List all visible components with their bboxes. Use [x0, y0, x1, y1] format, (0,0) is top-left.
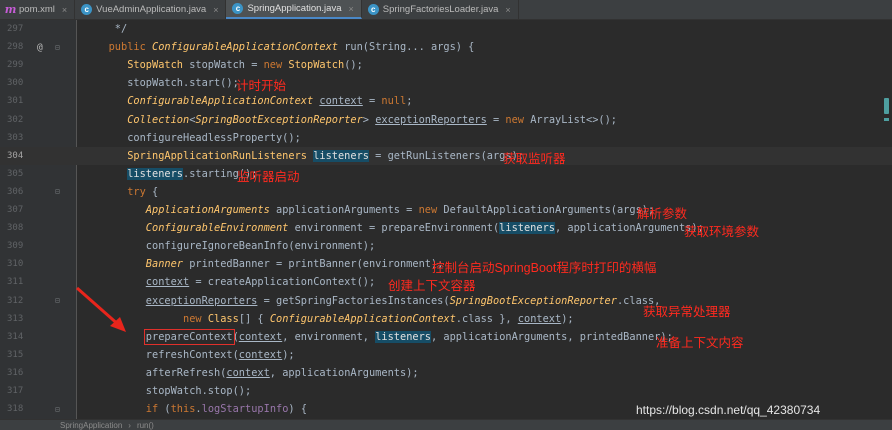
code-text: new Class[] { ConfigurableApplicationCon… [183, 312, 574, 325]
code-text: exceptionReporters = getSpringFactoriesI… [145, 294, 661, 307]
code-line[interactable]: 307 ApplicationArguments applicationArgu… [0, 201, 892, 219]
code-line[interactable]: 317 stopWatch.stop(); [0, 382, 892, 400]
code-text: ConfigurableEnvironment environment = pr… [145, 222, 704, 235]
line-number: 309 [7, 241, 24, 252]
java-class-icon: c [81, 4, 93, 15]
line-number: 315 [7, 349, 24, 360]
tab-label: SpringApplication.java [247, 3, 342, 14]
code-line[interactable]: 304 SpringApplicationRunListeners listen… [0, 146, 892, 165]
tab-springfactoriesloader[interactable]: c SpringFactoriesLoader.java × [362, 0, 519, 19]
code-text: SpringApplicationRunListeners listeners … [127, 149, 524, 162]
line-number: 314 [7, 331, 24, 342]
maven-icon: m [4, 3, 17, 16]
code-line[interactable]: 300 stopWatch.start(); [0, 74, 892, 92]
code-line[interactable]: 303 configureHeadlessProperty(); [0, 129, 892, 147]
editor-tab-bar: m pom.xml × c VueAdminApplication.java ×… [0, 0, 892, 20]
code-text: Collection<SpringBootExceptionReporter> … [127, 113, 618, 126]
java-class-icon: c [232, 3, 244, 14]
scrollbar-marker[interactable] [884, 98, 889, 114]
code-line[interactable]: 315 refreshContext(context); [0, 346, 892, 364]
line-number: 301 [7, 96, 24, 107]
breadcrumb: SpringApplication › run() [0, 419, 892, 430]
code-line[interactable]: 306 ⊟ try { [0, 183, 892, 201]
breadcrumb-separator: › [128, 420, 131, 430]
java-class-icon: c [367, 4, 379, 15]
code-line[interactable]: 314 prepareContext(context, environment,… [0, 328, 892, 346]
line-number: 307 [7, 205, 24, 216]
close-icon[interactable]: × [348, 4, 353, 14]
fold-icon[interactable]: ⊟ [49, 187, 84, 196]
line-number: 316 [7, 367, 24, 378]
code-text: afterRefresh(context, applicationArgumen… [90, 366, 419, 379]
code-text: listeners.starting(); [127, 167, 258, 180]
code-text: prepareContext(context, environment, lis… [143, 328, 673, 345]
annotation-exception-reporters: 获取异常处理器 [643, 305, 731, 319]
line-number: 305 [7, 168, 24, 179]
tab-label: SpringFactoriesLoader.java [382, 4, 499, 15]
code-text: try { [127, 185, 159, 198]
code-line[interactable]: 298 @ ⊟ public ConfigurableApplicationCont… [0, 38, 892, 56]
line-number: 306 [7, 186, 24, 197]
tab-vueadminapplication[interactable]: c VueAdminApplication.java × [75, 0, 227, 19]
code-text: public ConfigurableApplicationContext ru… [108, 41, 475, 54]
code-text: Banner printedBanner = printBanner(envir… [145, 258, 444, 271]
code-line[interactable]: 297 */ [0, 20, 892, 38]
code-line[interactable]: 316 afterRefresh(context, applicationArg… [0, 364, 892, 382]
annotation-get-listeners: 获取监听器 [503, 152, 566, 166]
code-text: StopWatch stopWatch = new StopWatch(); [127, 59, 363, 72]
close-icon[interactable]: × [505, 5, 510, 15]
code-text: refreshContext(context); [90, 348, 295, 361]
line-number: 302 [7, 114, 24, 125]
close-icon[interactable]: × [213, 5, 218, 15]
code-line[interactable]: 301 ConfigurableApplicationContext conte… [0, 92, 892, 110]
code-editor[interactable]: 297 */298 @ ⊟ public ConfigurableApplicati… [0, 20, 892, 419]
code-line[interactable]: 312 ⊟ exceptionReporters = getSpringFacto… [0, 292, 892, 310]
code-text: ApplicationArguments applicationArgument… [145, 204, 655, 217]
line-number: 300 [7, 78, 24, 89]
tab-springapplication[interactable]: c SpringApplication.java × [226, 0, 362, 19]
override-icon[interactable]: @ [37, 42, 49, 53]
line-number: 299 [7, 60, 24, 71]
code-text: ConfigurableApplicationContext context =… [127, 95, 413, 108]
annotation-prepare-context: 准备上下文内容 [656, 336, 744, 350]
annotation-timer-start: 计时开始 [236, 79, 287, 93]
line-number: 313 [7, 313, 24, 324]
watermark: https://blog.csdn.net/qq_42380734 [636, 403, 821, 417]
line-number: 297 [7, 24, 24, 35]
annotation-create-context: 创建上下文容器 [388, 279, 476, 293]
code-line[interactable]: 313 new Class[] { ConfigurableApplicatio… [0, 310, 892, 328]
red-arrow-annotation [76, 286, 126, 332]
code-text: configureHeadlessProperty(); [90, 131, 301, 144]
fold-icon[interactable]: ⊟ [49, 43, 84, 52]
annotation-print-banner: 控制台启动SpringBoot程序时打印的横幅 [432, 261, 657, 275]
line-number: 303 [7, 132, 24, 143]
line-number: 298 [7, 42, 24, 53]
annotation-parse-args: 解析参数 [637, 207, 688, 221]
annotation-listeners-start: 监听器启动 [237, 170, 300, 184]
line-number: 308 [7, 223, 24, 234]
breadcrumb-class[interactable]: SpringApplication [60, 421, 122, 430]
tab-pom-xml[interactable]: m pom.xml × [0, 0, 76, 19]
annotation-get-environment: 获取环境参数 [684, 225, 760, 239]
close-icon[interactable]: × [62, 5, 67, 15]
code-line[interactable]: 302 Collection<SpringBootExceptionReport… [0, 111, 892, 129]
line-number: 311 [7, 277, 24, 288]
code-text: configureIgnoreBeanInfo(environment); [90, 240, 376, 253]
tab-label: VueAdminApplication.java [96, 4, 207, 15]
scrollbar-marker[interactable] [884, 118, 889, 121]
code-line[interactable]: 299 StopWatch stopWatch = new StopWatch(… [0, 56, 892, 74]
code-text: stopWatch.stop(); [90, 385, 252, 398]
breadcrumb-method[interactable]: run() [137, 421, 154, 430]
code-text: */ [90, 23, 128, 36]
line-number: 310 [7, 259, 24, 270]
line-number: 318 [7, 404, 24, 415]
line-number: 304 [7, 150, 24, 161]
code-text: stopWatch.start(); [90, 77, 239, 90]
code-text: if (this.logStartupInfo) { [145, 403, 308, 416]
line-number: 317 [7, 386, 24, 397]
fold-icon[interactable]: ⊟ [49, 405, 84, 414]
tab-label: pom.xml [19, 4, 55, 15]
line-number: 312 [7, 295, 24, 306]
code-line[interactable]: 305 listeners.starting(); [0, 165, 892, 183]
